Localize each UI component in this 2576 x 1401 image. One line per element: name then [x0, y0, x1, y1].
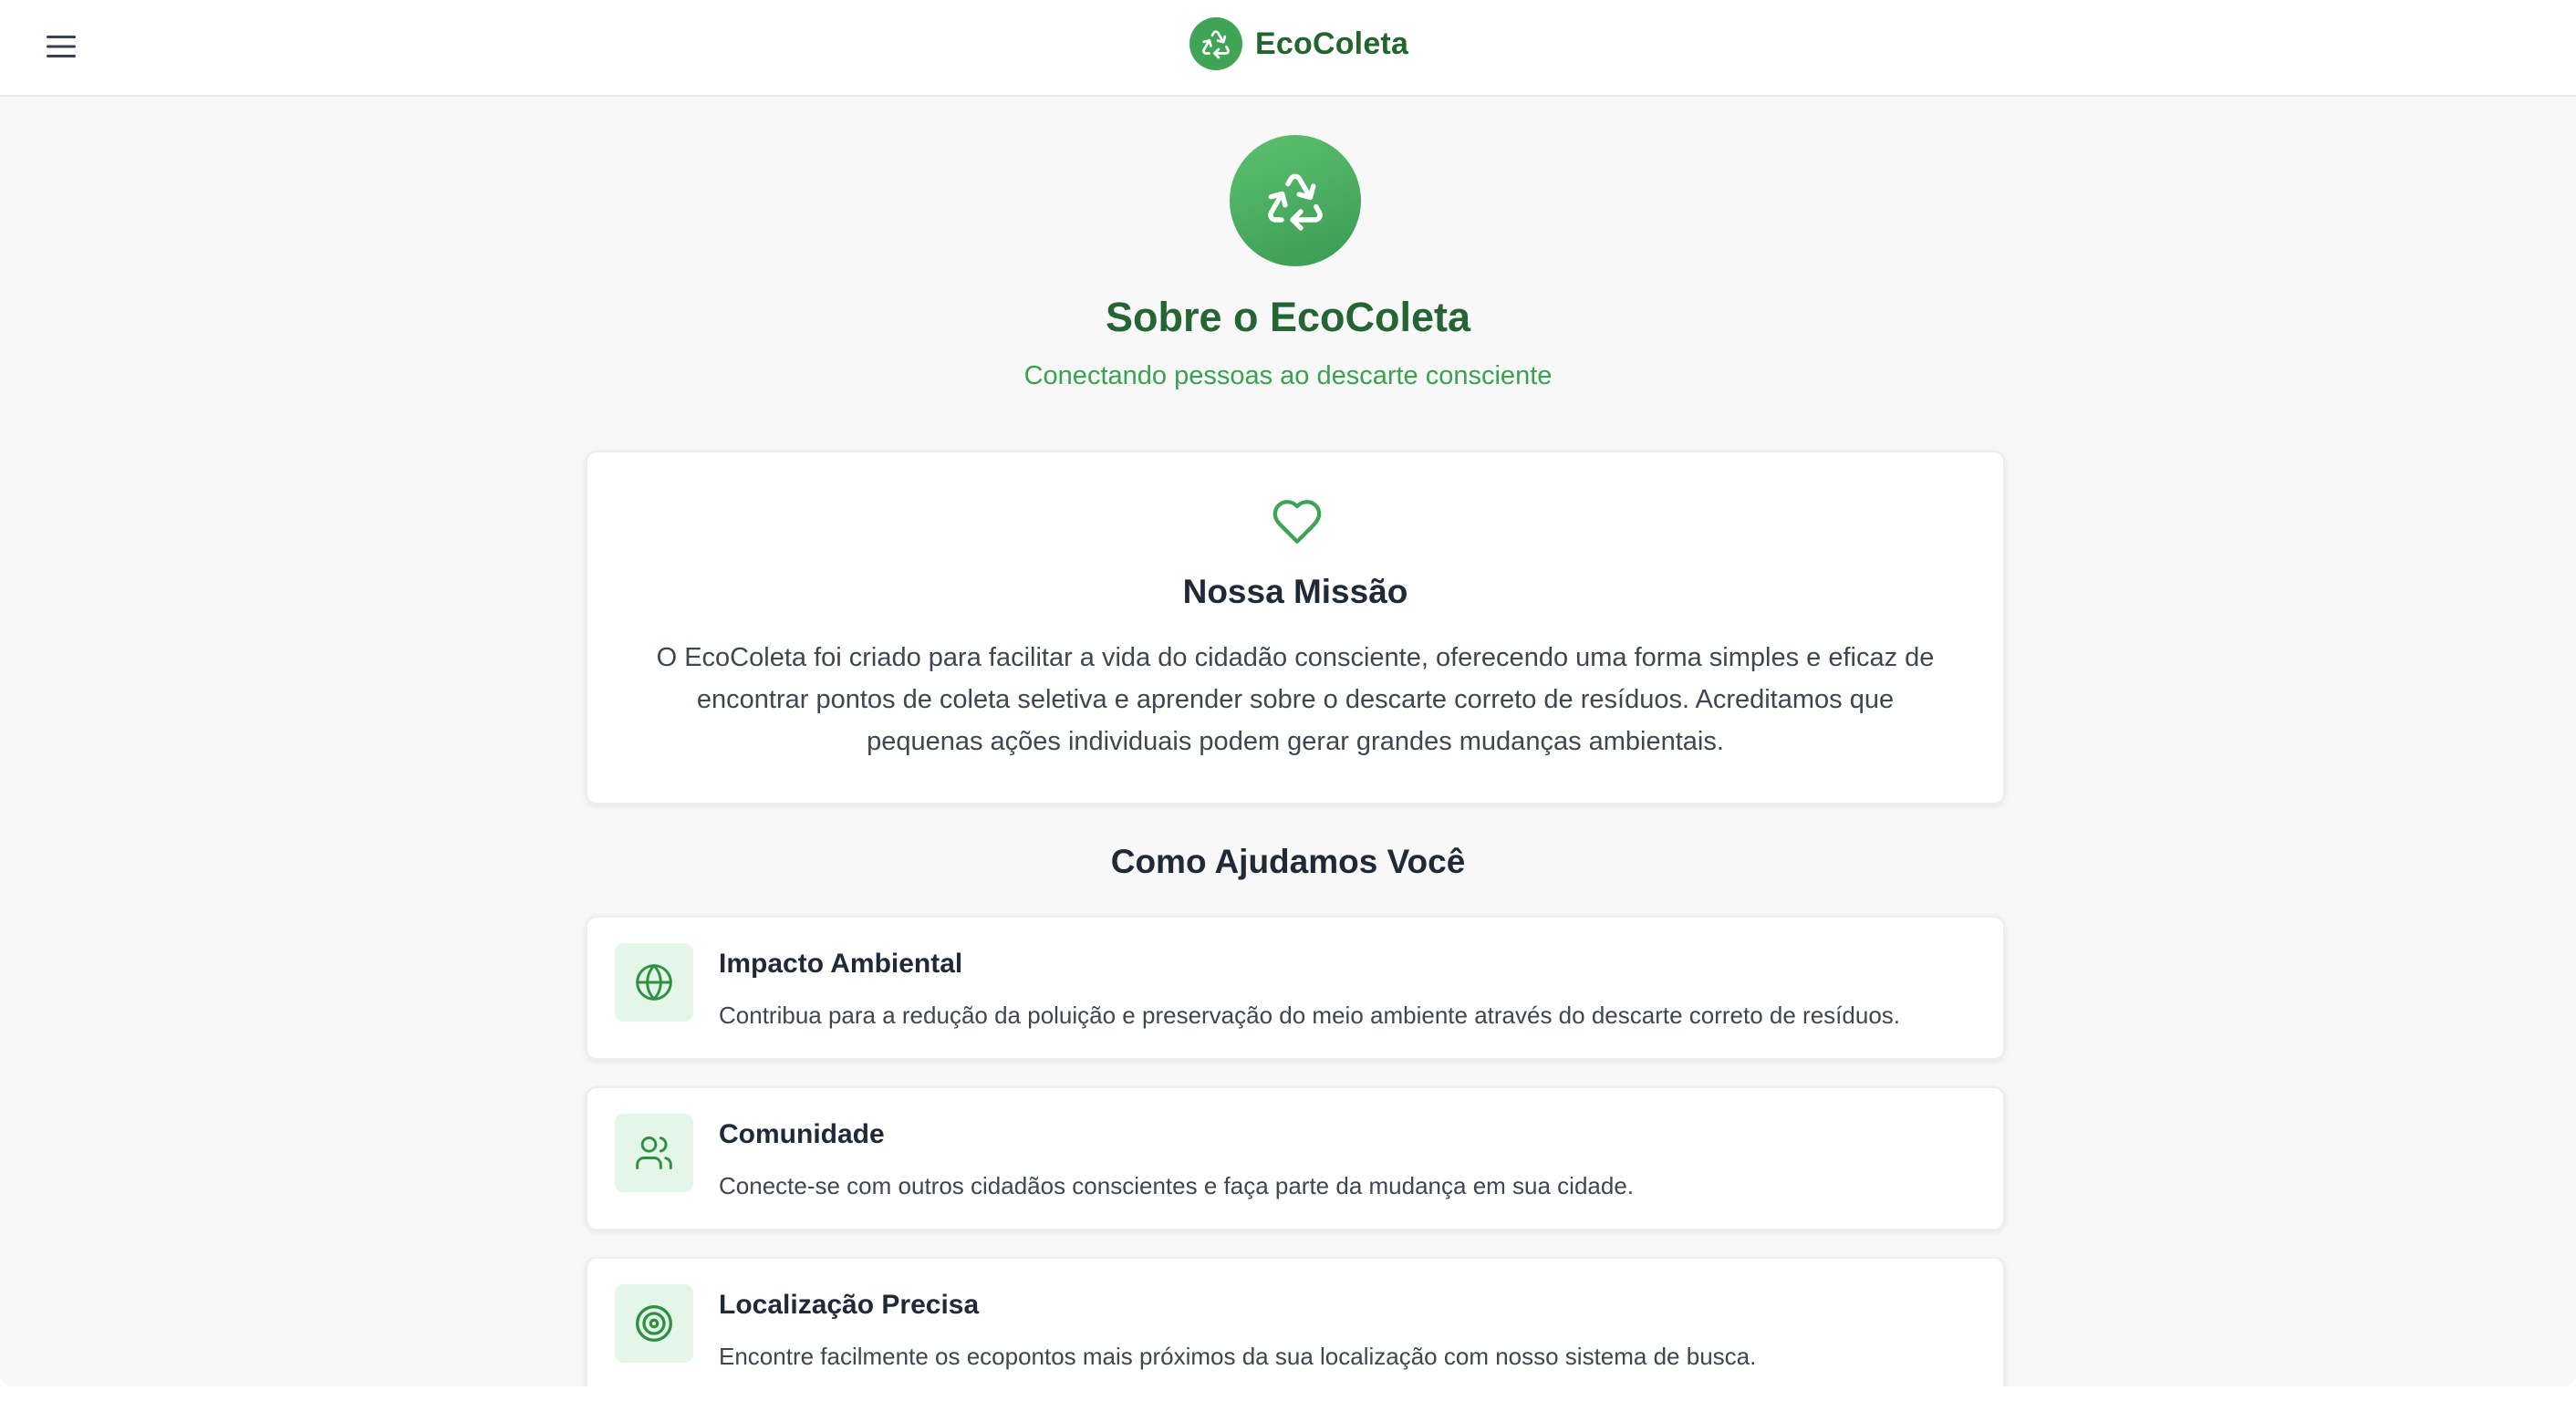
heart-icon — [1272, 500, 1322, 544]
feature-card-localizacao-precisa: Localização Precisa Encontre facilmente … — [586, 1257, 2005, 1386]
app-frame: EcoColeta Sobre o EcoColeta Conectando p… — [0, 0, 2576, 1386]
brand-logo — [1189, 17, 1242, 70]
feature-card-comunidade: Comunidade Conecte-se com outros cidadão… — [586, 1086, 2005, 1230]
page-title: Sobre o EcoColeta — [1105, 294, 1471, 340]
brand[interactable]: EcoColeta — [1189, 16, 1408, 71]
hamburger-menu-icon — [47, 36, 76, 57]
top-bar: EcoColeta — [0, 0, 2576, 97]
feature-icon-tile — [615, 943, 693, 1022]
mission-title: Nossa Missão — [1182, 573, 1408, 610]
feature-title: Impacto Ambiental — [719, 949, 963, 979]
feature-icon-tile — [615, 1114, 693, 1192]
feature-icon-tile — [615, 1284, 693, 1363]
globe-icon — [636, 964, 672, 1001]
mission-card: Nossa Missão O EcoColeta foi criado para… — [586, 451, 2005, 804]
recycle-icon — [1202, 30, 1230, 59]
feature-description: Conecte-se com outros cidadãos conscient… — [719, 1172, 1635, 1199]
feature-title: Comunidade — [719, 1119, 885, 1149]
recycle-icon — [1268, 173, 1323, 231]
menu-button[interactable] — [38, 24, 84, 69]
target-icon — [636, 1305, 672, 1342]
mission-text: O EcoColeta foi criado para facilitar a … — [656, 643, 1935, 756]
page-subtitle: Conectando pessoas ao descarte conscient… — [1023, 361, 1553, 390]
users-icon — [636, 1136, 672, 1169]
feature-title: Localização Precisa — [719, 1290, 980, 1320]
hero-logo — [1230, 135, 1361, 266]
brand-name: EcoColeta — [1255, 26, 1409, 61]
mission-icon-wrap — [1268, 493, 1326, 551]
help-section-title: Como Ajudamos Você — [1110, 843, 1466, 880]
feature-description: Contribua para a redução da poluição e p… — [719, 1001, 1900, 1029]
feature-description: Encontre facilmente os ecopontos mais pr… — [719, 1343, 1757, 1370]
feature-card-impacto-ambiental: Impacto Ambiental Contribua para a reduç… — [586, 916, 2005, 1060]
